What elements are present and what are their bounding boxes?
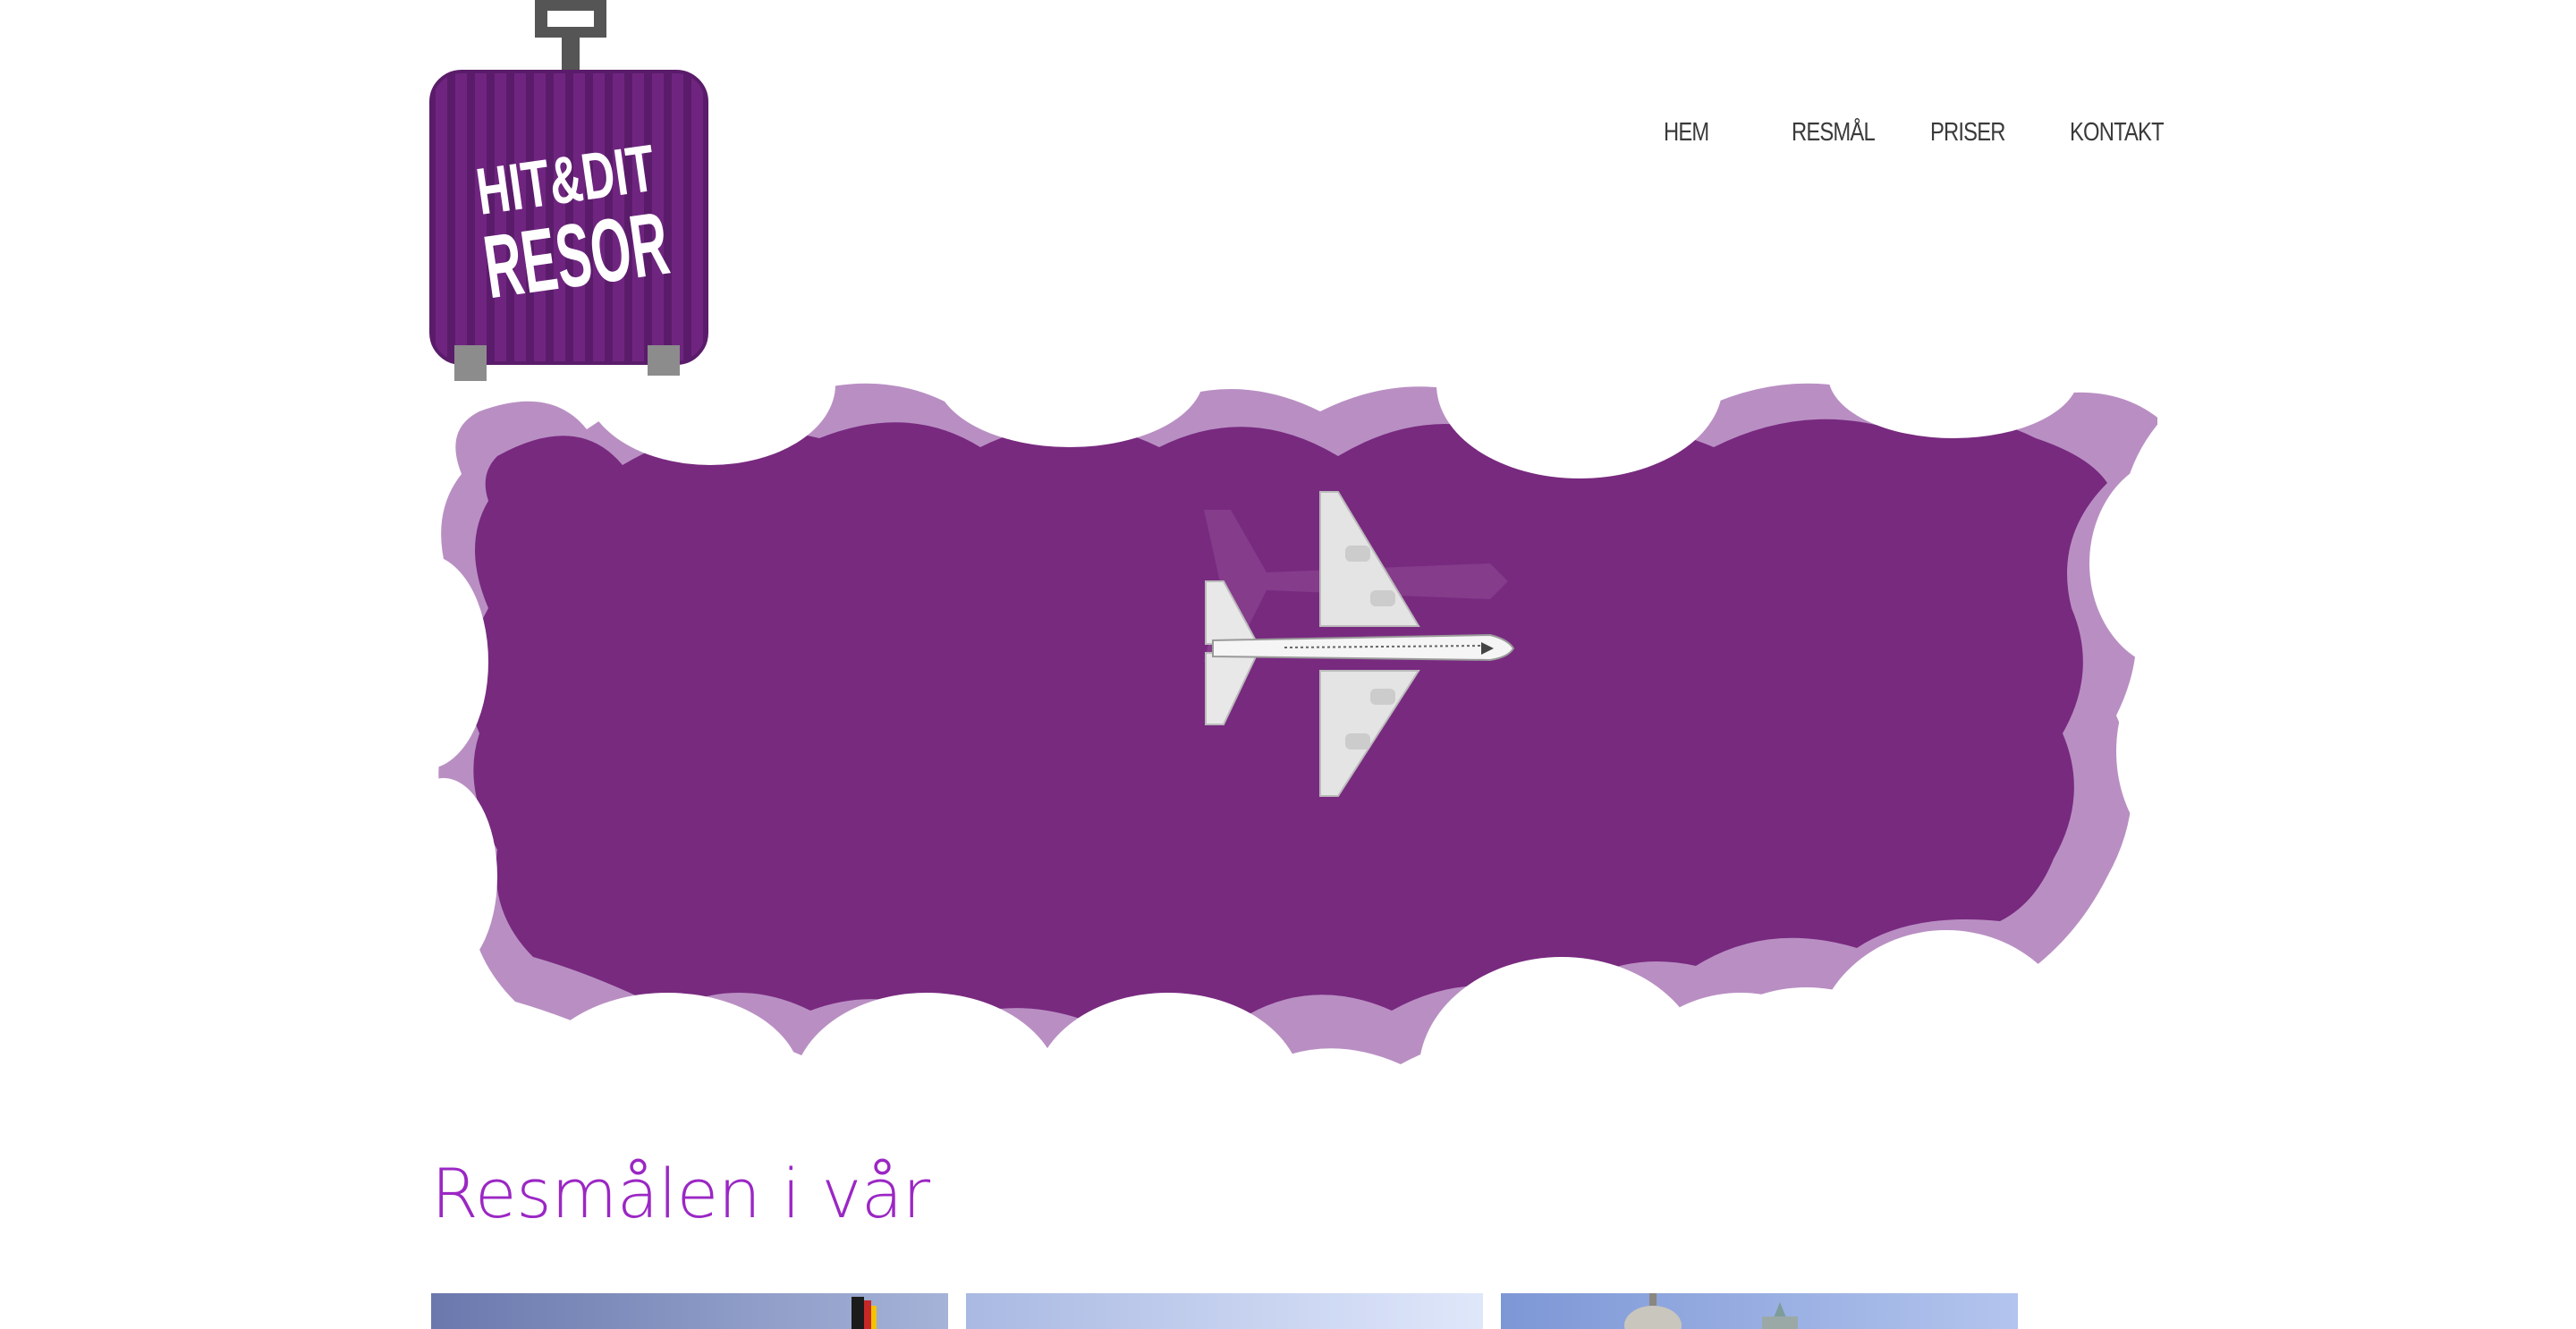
nav-item-kontakt[interactable]: KONTAKT <box>2070 106 2165 159</box>
site-logo[interactable]: HIT&DIT RESOR <box>428 0 714 383</box>
page: HIT&DIT RESOR HEM RESMÅL PRISER KONTAKT <box>0 0 2576 1329</box>
domed-building-image <box>1501 1293 2018 1329</box>
destination-card-1[interactable] <box>431 1293 948 1329</box>
hero-banner <box>426 376 2157 1082</box>
cloud-banner-illustration <box>426 376 2157 1082</box>
nav-item-priser[interactable]: PRISER <box>1930 106 2005 159</box>
destination-card-2[interactable] <box>966 1293 1483 1329</box>
destination-cards <box>431 1293 2023 1329</box>
destination-card-3[interactable] <box>1501 1293 2018 1329</box>
sky-image <box>966 1293 1483 1329</box>
section-heading: Resmålen i vår <box>431 1154 930 1233</box>
suitcase-logo-icon: HIT&DIT RESOR <box>429 0 708 381</box>
nav-item-resmal[interactable]: RESMÅL <box>1792 106 1876 159</box>
city-flag-image <box>431 1293 948 1329</box>
main-nav: HEM RESMÅL PRISER KONTAKT <box>1664 106 2576 159</box>
nav-item-hem[interactable]: HEM <box>1664 106 1709 159</box>
